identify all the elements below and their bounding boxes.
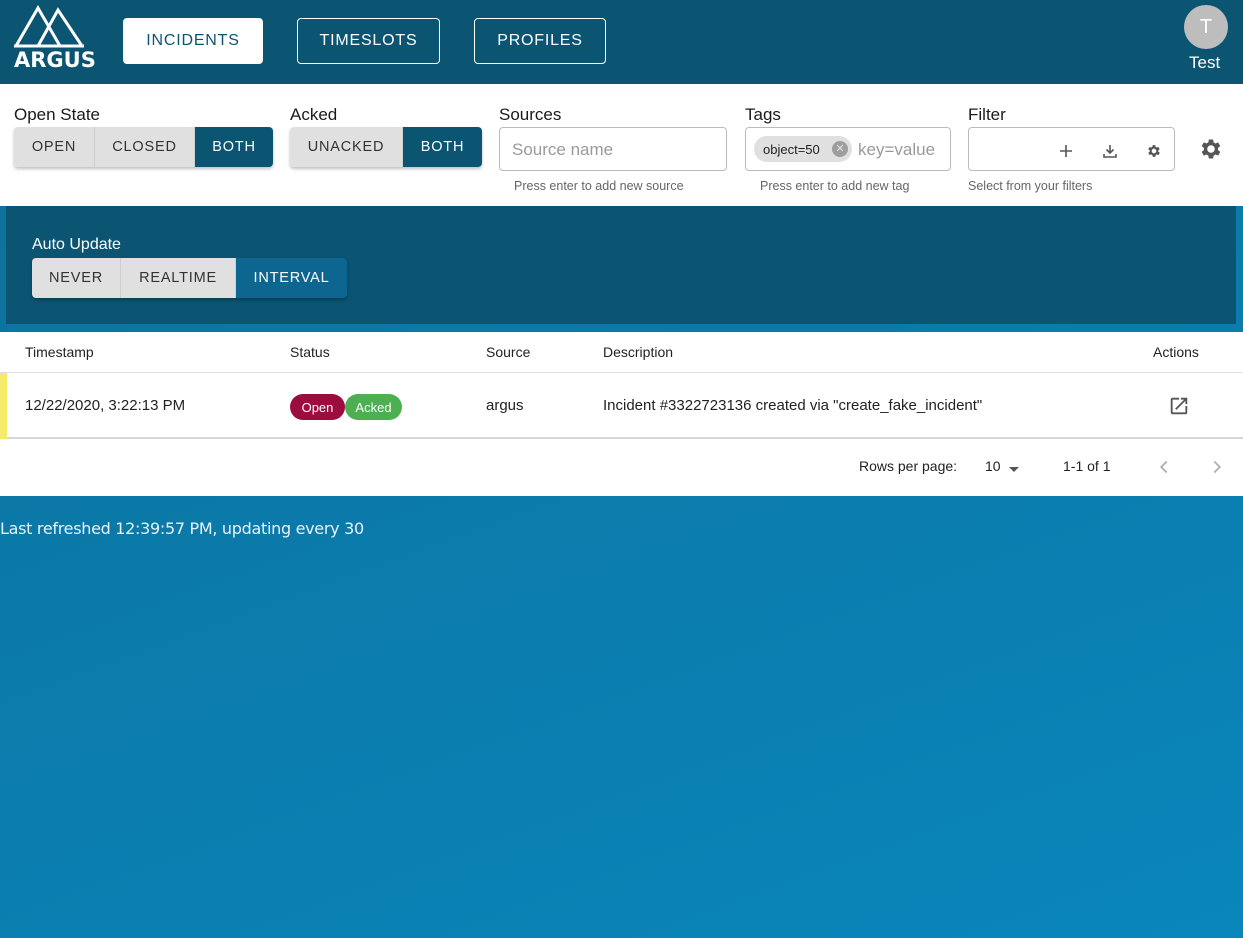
acked-unacked[interactable]: UNACKED bbox=[290, 127, 403, 167]
tags-input[interactable]: object=50 ✕ key=value bbox=[745, 127, 951, 171]
status-badge-open: Open bbox=[290, 394, 345, 420]
filter-settings-icon[interactable] bbox=[1143, 140, 1165, 162]
nav-incidents[interactable]: INCIDENTS bbox=[123, 18, 263, 64]
logo-text: ARGUS bbox=[14, 48, 96, 72]
col-actions: Actions bbox=[1153, 344, 1199, 360]
table-row[interactable]: 12/22/2020, 3:22:13 PM Open Acked argus … bbox=[0, 373, 1243, 439]
pagination-range: 1-1 of 1 bbox=[1063, 458, 1111, 474]
open-state-both[interactable]: BOTH bbox=[195, 127, 273, 167]
sources-label: Sources bbox=[499, 105, 562, 124]
open-in-new-icon[interactable] bbox=[1168, 395, 1190, 417]
filter-bar: Open State OPEN CLOSED BOTH Acked UNACKE… bbox=[0, 84, 1243, 206]
open-state-label: Open State bbox=[14, 105, 101, 124]
auto-update-label: Auto Update bbox=[32, 236, 121, 253]
user-avatar[interactable]: T bbox=[1184, 5, 1228, 49]
col-status[interactable]: Status bbox=[290, 344, 330, 360]
open-state-toggle: OPEN CLOSED BOTH bbox=[14, 127, 273, 167]
chevron-left-icon[interactable] bbox=[1153, 456, 1175, 478]
user-name: Test bbox=[1189, 53, 1221, 72]
sources-helper: Press enter to add new source bbox=[514, 179, 684, 193]
settings-gear-icon[interactable] bbox=[1197, 136, 1223, 162]
filter-label: Filter bbox=[968, 105, 1006, 124]
acked-label: Acked bbox=[290, 105, 338, 124]
app-header: ARGUS INCIDENTS TIMESLOTS PROFILES T Tes… bbox=[0, 0, 1243, 84]
row-timestamp: 12/22/2020, 3:22:13 PM bbox=[25, 397, 186, 414]
status-badge-acked: Acked bbox=[345, 394, 402, 420]
auto-update-realtime[interactable]: REALTIME bbox=[121, 258, 236, 298]
tags-helper: Press enter to add new tag bbox=[760, 179, 910, 193]
sources-input[interactable]: Source name bbox=[499, 127, 727, 171]
row-source: argus bbox=[486, 397, 524, 414]
chevron-right-icon[interactable] bbox=[1206, 456, 1228, 478]
acked-both[interactable]: BOTH bbox=[403, 127, 482, 167]
col-timestamp[interactable]: Timestamp bbox=[25, 344, 94, 360]
col-description[interactable]: Description bbox=[603, 344, 673, 360]
nav-profiles[interactable]: PROFILES bbox=[474, 18, 606, 64]
rows-per-page-select[interactable]: 10 bbox=[985, 458, 1001, 474]
tags-placeholder: key=value bbox=[858, 140, 936, 159]
add-filter-icon[interactable] bbox=[1055, 140, 1077, 162]
acked-toggle: UNACKED BOTH bbox=[290, 127, 482, 167]
dropdown-arrow-icon[interactable] bbox=[1008, 465, 1020, 473]
auto-update-panel: Auto Update NEVER REALTIME INTERVAL bbox=[6, 206, 1236, 324]
tag-chip[interactable]: object=50 ✕ bbox=[754, 136, 852, 162]
filter-select[interactable] bbox=[968, 127, 1175, 171]
col-source[interactable]: Source bbox=[486, 344, 530, 360]
sources-placeholder: Source name bbox=[512, 140, 614, 159]
row-description: Incident #3322723136 created via "create… bbox=[603, 397, 983, 414]
auto-update-never[interactable]: NEVER bbox=[32, 258, 121, 298]
open-state-closed[interactable]: CLOSED bbox=[95, 127, 195, 167]
tags-label: Tags bbox=[745, 105, 781, 124]
filter-helper: Select from your filters bbox=[968, 179, 1093, 193]
auto-update-interval[interactable]: INTERVAL bbox=[236, 258, 347, 298]
tag-chip-label: object=50 bbox=[763, 141, 820, 157]
nav-timeslots[interactable]: TIMESLOTS bbox=[297, 18, 440, 64]
chip-remove-icon[interactable]: ✕ bbox=[832, 141, 848, 157]
rows-per-page-label: Rows per page: bbox=[859, 458, 958, 474]
open-state-open[interactable]: OPEN bbox=[14, 127, 95, 167]
incidents-table: Timestamp Status Source Description Acti… bbox=[0, 332, 1243, 496]
auto-update-toggle: NEVER REALTIME INTERVAL bbox=[32, 258, 347, 298]
row-severity-indicator bbox=[0, 373, 7, 439]
download-icon[interactable] bbox=[1099, 140, 1121, 162]
last-refreshed-text: Last refreshed 12:39:57 PM, updating eve… bbox=[0, 519, 364, 538]
